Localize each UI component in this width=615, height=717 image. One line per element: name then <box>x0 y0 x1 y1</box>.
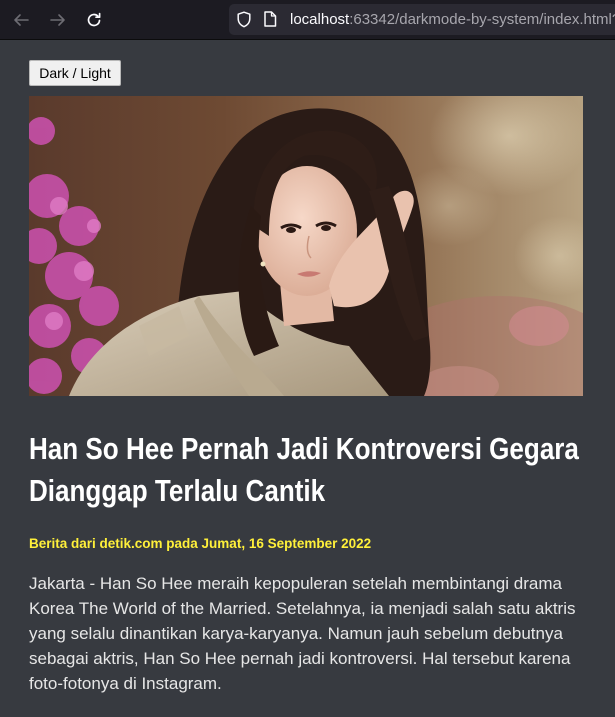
page-icon[interactable] <box>263 11 277 27</box>
article-body: Jakarta - Han So Hee meraih kepopuleran … <box>29 574 576 693</box>
article-photo <box>29 96 583 396</box>
forward-button[interactable] <box>46 8 70 32</box>
address-bar[interactable]: localhost:63342/darkmode-by-system/index… <box>229 4 615 35</box>
reload-icon <box>87 12 101 27</box>
arrow-left-icon <box>14 14 29 26</box>
shield-icon[interactable] <box>236 11 252 28</box>
browser-toolbar: localhost:63342/darkmode-by-system/index… <box>0 0 615 40</box>
arrow-right-icon <box>50 14 65 26</box>
article-headline: Han So Hee Pernah Jadi Kontroversi Gegar… <box>29 431 579 508</box>
url-path: :63342/darkmode-by-system/index.html?_ <box>349 11 615 28</box>
reload-button[interactable] <box>82 8 106 32</box>
back-button[interactable] <box>9 8 33 32</box>
url-text[interactable]: localhost:63342/darkmode-by-system/index… <box>290 11 615 28</box>
dark-light-toggle-button[interactable]: Dark / Light <box>29 60 121 86</box>
article-byline: Berita dari detik.com pada Jumat, 16 Sep… <box>29 536 372 551</box>
page-content: Dark / Light Han So Hee Pernah Jadi Kont… <box>0 40 615 717</box>
url-host: localhost <box>290 11 350 28</box>
